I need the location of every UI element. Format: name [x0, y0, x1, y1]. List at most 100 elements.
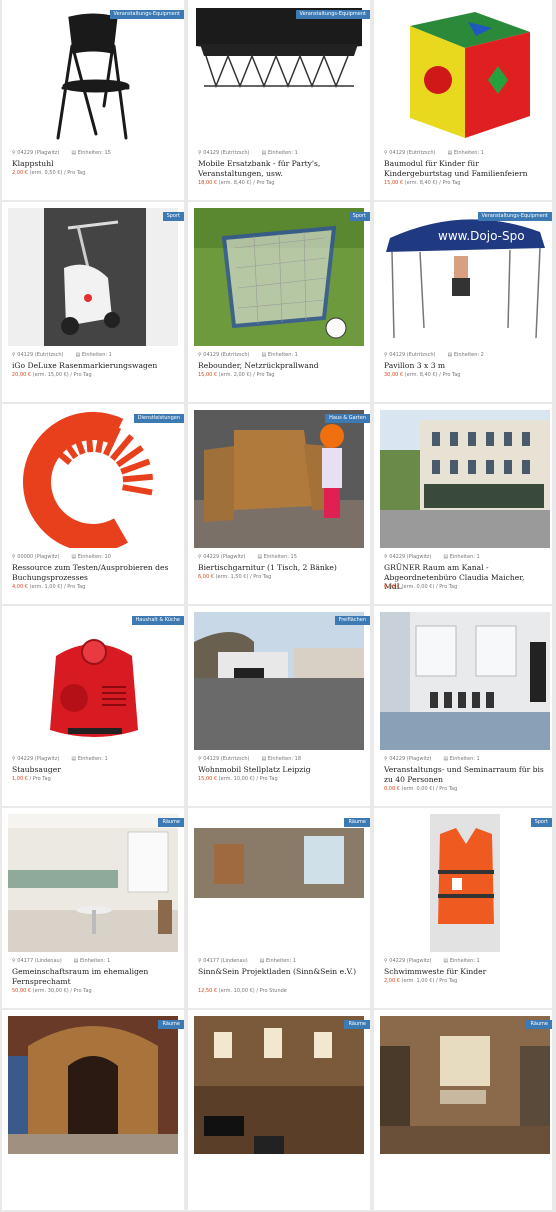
price-value: 15,00 € — [198, 372, 218, 378]
listing-card[interactable]: Haus & Garten ⚲ 04229 (Plagwitz) ▤ Einheit… — [188, 404, 370, 604]
category-badge[interactable]: Räume — [344, 1020, 370, 1029]
listing-image[interactable]: www.Dojo-Spo — [380, 208, 550, 346]
listing-price: 30,00 € (erm. 8,40 €) / Pro Tag — [384, 372, 460, 378]
listing-card[interactable]: ⚲ 04129 (Eutritzsch) ▤ Einheiten: 1 Baumod… — [374, 0, 552, 200]
location-text: 04229 (Plagwitz) — [389, 756, 432, 762]
listing-meta: ⚲ 04129 (Eutritzsch) ▤ Einheiten: 1 — [12, 352, 112, 358]
units-text: Einheiten: 15 — [263, 554, 297, 560]
price-value: 4,00 € — [12, 584, 28, 590]
price-value: 1,00 € — [12, 776, 28, 782]
listing-card[interactable]: Freiflächen ⚲ 04129 (Eutritzsch) ▤ Einheit… — [188, 606, 370, 806]
listing-title[interactable]: Mobile Ersatzbank - für Party's, Veranst… — [198, 159, 362, 178]
listing-image[interactable] — [194, 410, 364, 548]
listing-image[interactable] — [380, 410, 550, 548]
listing-title[interactable]: Rebounder, Netzrückprallwand — [198, 361, 362, 371]
listing-price: 2,00 € (erm. 0,50 €) / Pro Tag — [12, 170, 85, 176]
listing-image[interactable] — [8, 814, 178, 952]
listing-card[interactable]: Räume — [188, 1010, 370, 1210]
listing-meta: ⚲ 04177 (Lindenau) ▤ Einheiten: 1 — [12, 958, 110, 964]
units-text: Einheiten: 15 — [77, 150, 111, 156]
listing-card[interactable]: Veranstaltungs-Equipment ⚲ 04229 (Plagwit… — [2, 0, 184, 200]
listing-image[interactable] — [8, 208, 178, 346]
listing-title[interactable]: Wohnmobil Stellplatz Leipzig — [198, 765, 362, 775]
listing-image[interactable] — [8, 6, 178, 144]
listing-price: 0,00 € (erm. 0,00 €) / Pro Tag — [384, 786, 457, 792]
listing-card[interactable]: Räume — [374, 1010, 552, 1210]
listing-card[interactable]: ⚲ 04229 (Plagwitz) ▤ Einheiten: 1 GRÜNER R… — [374, 404, 552, 604]
listing-title[interactable]: Schwimmweste für Kinder — [384, 967, 544, 977]
price-value: 20,00 € — [12, 372, 32, 378]
listing-title[interactable]: Klappstuhl — [12, 159, 176, 169]
listing-card[interactable]: ⚲ 04229 (Plagwitz) ▤ Einheiten: 1 Veransta… — [374, 606, 552, 806]
listing-image[interactable] — [194, 1016, 364, 1154]
listing-price: 0,00 € (erm. 0,00 €) / Pro Tag — [384, 584, 457, 590]
listing-price: 4,00 € (erm. 1,00 €) / Pro Tag — [12, 584, 85, 590]
units-text: Einheiten: 1 — [267, 352, 298, 358]
listing-card[interactable]: Räume ⚲ 04177 (Lindenau) ▤ Einheiten: 1 Sin… — [188, 808, 370, 1008]
category-badge[interactable]: Räume — [158, 818, 184, 827]
category-badge[interactable]: Sport — [162, 212, 184, 221]
listing-image[interactable] — [380, 6, 550, 144]
price-value: 6,00 € — [198, 574, 214, 580]
listing-card[interactable]: Sport ⚲ 04129 (Eutritzsch) ▤ Einheiten: 1 i… — [2, 202, 184, 402]
listing-meta: ⚲ 00000 (Plagwitz) ▤ Einheiten: 10 — [12, 554, 111, 560]
price-detail: (erm. 1,50 €) / Pro Tag — [213, 574, 272, 580]
units-text: Einheiten: 1 — [80, 958, 111, 964]
listing-image[interactable] — [194, 814, 364, 952]
listing-meta: ⚲ 04229 (Plagwitz) ▤ Einheiten: 1 — [384, 958, 480, 964]
price-value: 12,50 € — [198, 988, 218, 994]
listing-card[interactable]: Haushalt & Küche ⚲ 04229 (Plagwitz) ▤ Einh… — [2, 606, 184, 806]
location-text: 04129 (Eutritzsch) — [203, 150, 250, 156]
category-badge[interactable]: Räume — [158, 1020, 184, 1029]
listing-image[interactable] — [194, 6, 364, 144]
listing-title[interactable]: Staubsauger — [12, 765, 176, 775]
listing-meta: ⚲ 04229 (Plagwitz) ▤ Einheiten: 1 — [384, 756, 480, 762]
listing-card[interactable]: Sport ⚲ 04129 (Eutritzsch) ▤ Einheiten: 1 R… — [188, 202, 370, 402]
location-text: 04129 (Eutritzsch) — [17, 352, 64, 358]
listing-card[interactable]: Räume ⚲ 04177 (Lindenau) ▤ Einheiten: 1 Gem… — [2, 808, 184, 1008]
listing-image[interactable] — [380, 1016, 550, 1154]
listing-image[interactable] — [8, 410, 178, 548]
category-badge[interactable]: Veranstaltungs-Equipment — [295, 10, 370, 19]
listing-title[interactable]: Ressource zum Testen/Ausprobieren des Bu… — [12, 563, 176, 582]
category-badge[interactable]: Sport — [348, 212, 370, 221]
listing-image[interactable] — [194, 208, 364, 346]
listing-card[interactable]: Räume — [2, 1010, 184, 1210]
location-text: 04229 (Plagwitz) — [17, 756, 60, 762]
listing-title[interactable]: Veranstaltungs- und Seminarraum für bis … — [384, 765, 544, 784]
listing-title[interactable]: Gemeinschaftsraum im ehemaligen Fernspre… — [12, 967, 176, 986]
listing-price: 20,00 € (erm. 15,00 €) / Pro Tag — [12, 372, 92, 378]
listing-image[interactable] — [380, 814, 550, 952]
price-value: 0,00 € — [384, 584, 400, 590]
price-detail: (erm. 1,00 €) / Pro Tag — [399, 978, 458, 984]
listing-title[interactable]: Biertischgarnitur (1 Tisch, 2 Bänke) — [198, 563, 362, 573]
listing-image[interactable] — [8, 612, 178, 750]
units-text: Einheiten: 1 — [449, 554, 480, 560]
listing-meta: ⚲ 04229 (Plagwitz) ▤ Einheiten: 1 — [12, 756, 108, 762]
category-badge[interactable]: Dienstleistungen — [133, 414, 184, 423]
category-badge[interactable]: Haushalt & Küche — [131, 616, 184, 625]
category-badge[interactable]: Veranstaltungs-Equipment — [477, 212, 552, 221]
listing-card[interactable]: Sport ⚲ 04229 (Plagwitz) ▤ Einheiten: 1 Sch… — [374, 808, 552, 1008]
category-badge[interactable]: Veranstaltungs-Equipment — [109, 10, 184, 19]
listing-title[interactable]: Pavillon 3 x 3 m — [384, 361, 544, 371]
category-badge[interactable]: Freiflächen — [334, 616, 370, 625]
category-badge[interactable]: Räume — [344, 818, 370, 827]
price-value: 15,00 € — [384, 180, 404, 186]
category-badge[interactable]: Sport — [530, 818, 552, 827]
category-badge[interactable]: Haus & Garten — [325, 414, 370, 423]
listing-card[interactable]: www.Dojo-Spo Veranstaltungs-Equipment ⚲ 0… — [374, 202, 552, 402]
listing-image[interactable] — [8, 1016, 178, 1154]
listing-price: 50,00 € (erm. 30,00 €) / Pro Tag — [12, 988, 92, 994]
listing-title[interactable]: Sinn&Sein Projektladen (Sinn&Sein e.V.) — [198, 967, 362, 977]
listing-image[interactable] — [380, 612, 550, 750]
listing-card[interactable]: Veranstaltungs-Equipment ⚲ 04129 (Eutritz… — [188, 0, 370, 200]
listing-title[interactable]: iGo DeLuxe Rasenmarkierungswagen — [12, 361, 176, 371]
listing-image[interactable] — [194, 612, 364, 750]
listing-title[interactable]: Baumodul für Kinder für Kindergeburtstag… — [384, 159, 544, 178]
location-text: 00000 (Plagwitz) — [17, 554, 60, 560]
category-badge[interactable]: Räume — [526, 1020, 552, 1029]
listing-card[interactable]: Dienstleistungen ⚲ 00000 (Plagwitz) ▤ Einh… — [2, 404, 184, 604]
price-detail: (erm. 0,00 €) / Pro Tag — [399, 786, 458, 792]
listing-meta: ⚲ 04129 (Eutritzsch) ▤ Einheiten: 2 — [384, 352, 484, 358]
